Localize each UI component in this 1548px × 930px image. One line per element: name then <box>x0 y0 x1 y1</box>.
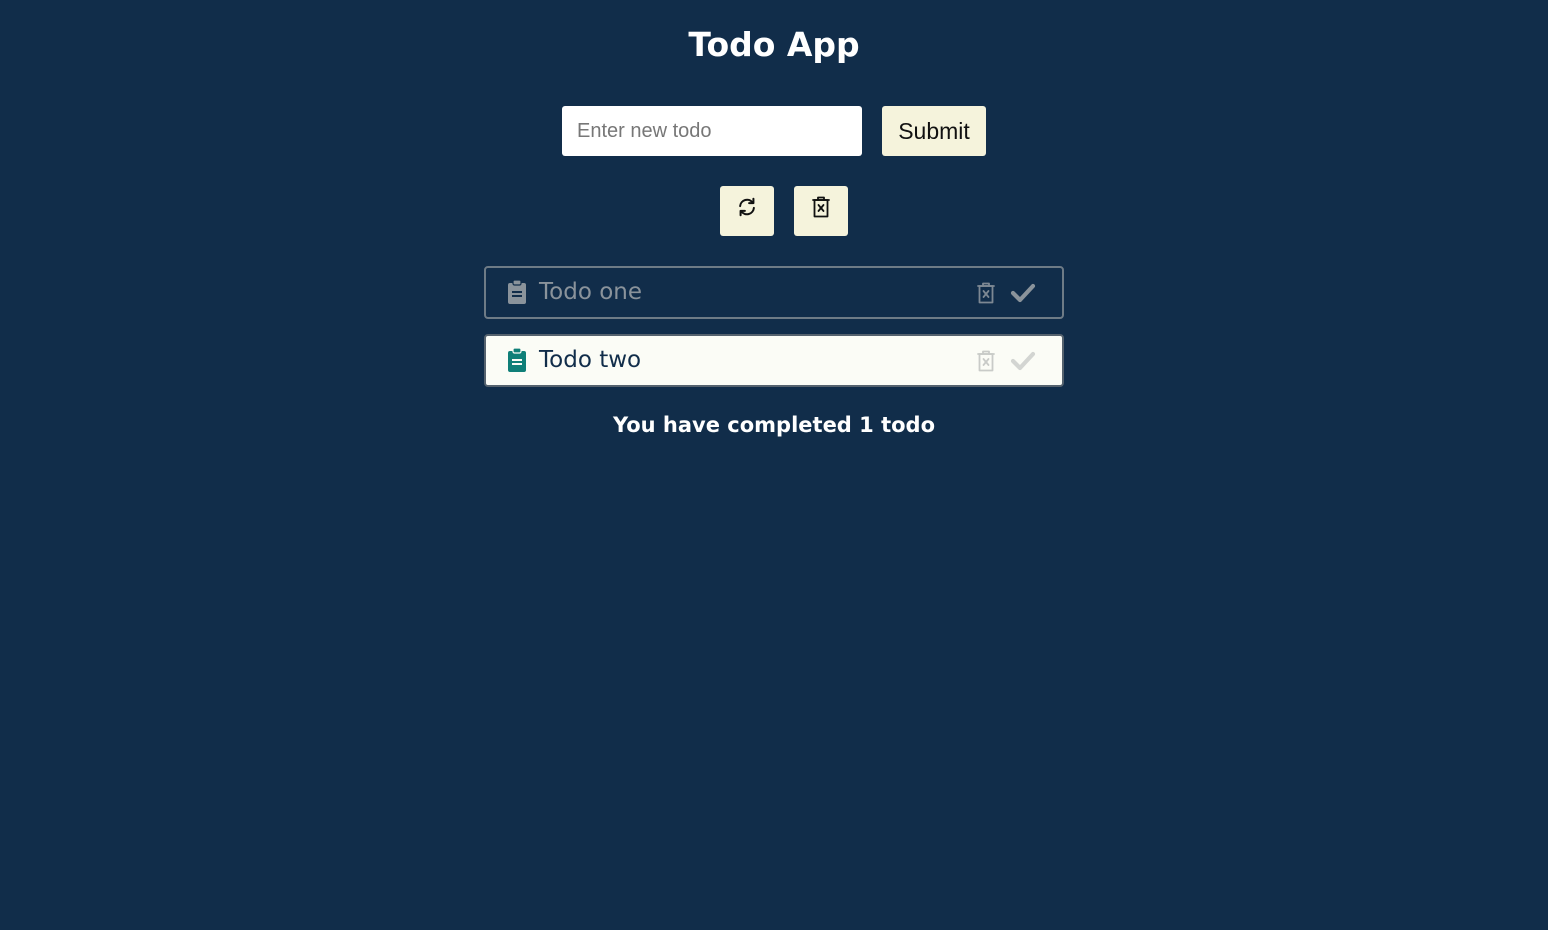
todo-text: Todo one <box>539 279 642 305</box>
trash-x-icon <box>811 196 831 221</box>
delete-todo-icon[interactable] <box>976 350 996 377</box>
new-todo-input[interactable] <box>562 106 862 156</box>
complete-todo-icon[interactable] <box>1010 282 1036 309</box>
clear-all-button[interactable] <box>794 186 848 236</box>
completed-count-status: You have completed 1 todo <box>612 413 936 437</box>
complete-todo-icon[interactable] <box>1010 350 1036 377</box>
todo-text: Todo two <box>539 347 642 373</box>
page-title: Todo App <box>688 25 860 64</box>
clipboard-icon <box>508 347 526 377</box>
refresh-button[interactable] <box>720 186 774 236</box>
todo-item-pending[interactable]: Todo two <box>484 334 1064 387</box>
clipboard-icon <box>508 279 526 309</box>
refresh-icon <box>736 197 758 221</box>
todo-item-completed[interactable]: Todo one <box>484 266 1064 319</box>
delete-todo-icon[interactable] <box>976 282 996 309</box>
submit-button[interactable]: Submit <box>882 106 986 156</box>
